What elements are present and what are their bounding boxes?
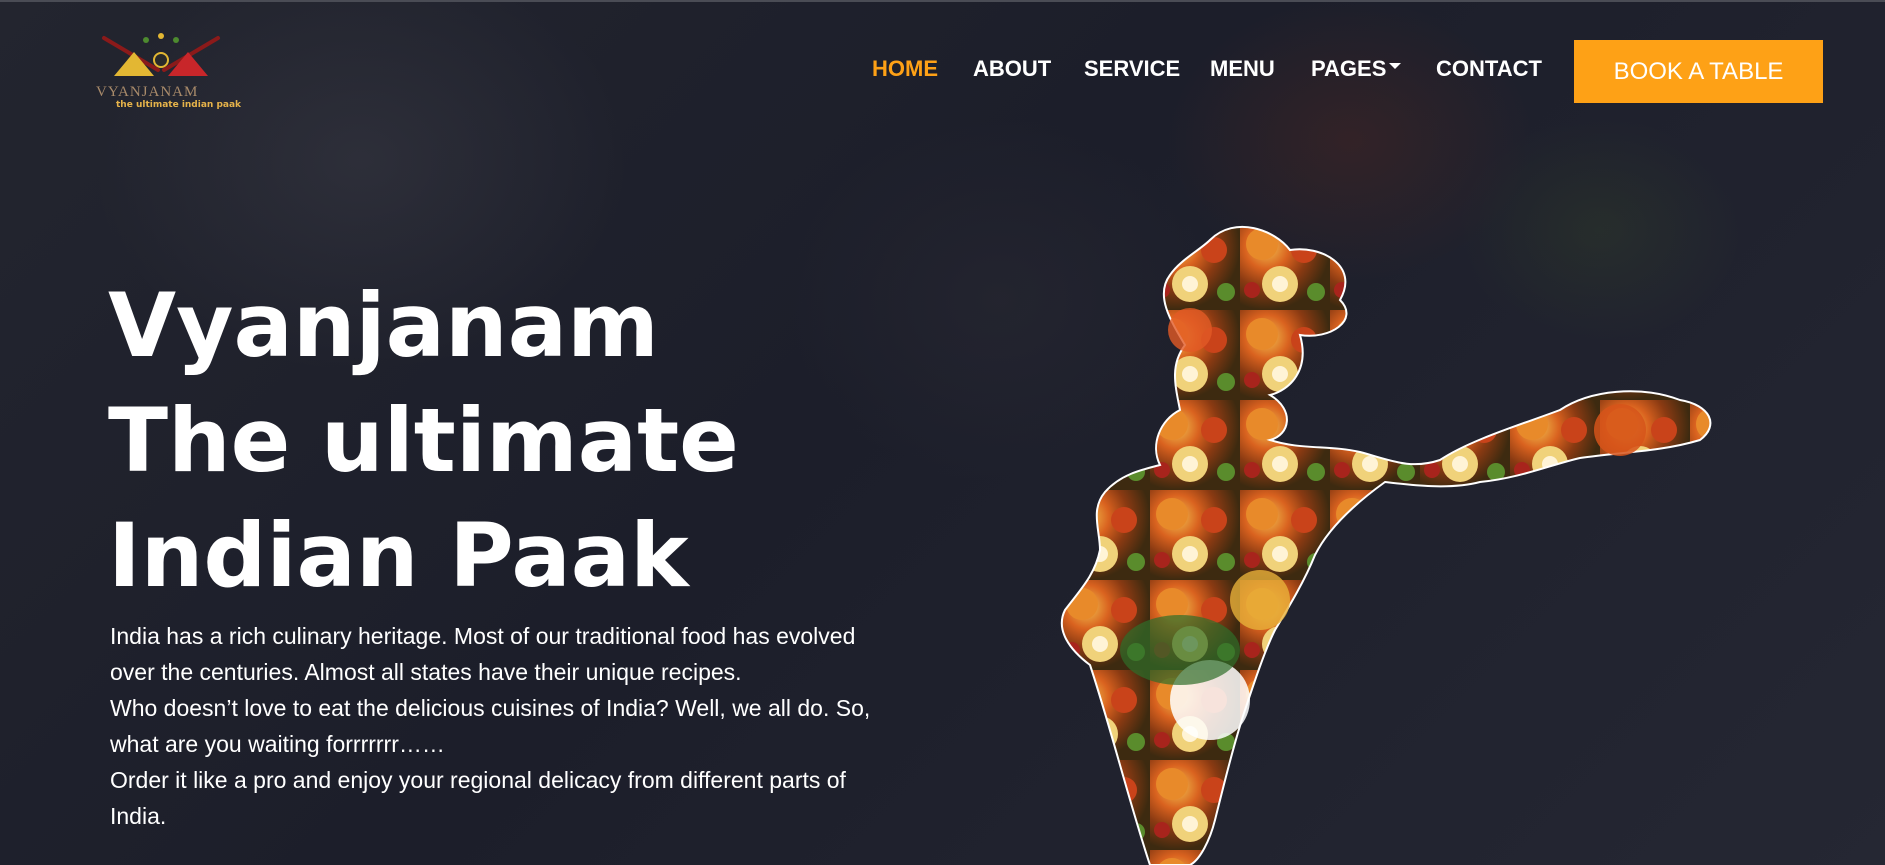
banana-leaf-shape — [1120, 615, 1240, 685]
india-map-shape — [1060, 225, 1712, 865]
logo-tagline: the ultimate indian paak — [116, 100, 242, 110]
dish-bowl-shape — [1594, 404, 1646, 456]
logo-wordmark: VYANJANAM — [96, 84, 199, 100]
india-food-map-image — [1060, 225, 1712, 865]
hero-description-line: India has a rich culinary heritage. Most… — [110, 623, 856, 649]
hero-title-line: The ultimate — [108, 389, 739, 492]
nav-pages-label: PAGES — [1311, 56, 1387, 81]
dish-plate-shape — [1168, 308, 1212, 352]
hero-description-line: Who doesn’t love to eat the delicious cu… — [110, 695, 871, 721]
hero-description-line: what are you waiting forrrrrrr…… — [110, 731, 445, 757]
logo-emblem-icon — [102, 33, 220, 76]
hero-title-line: Indian Paak — [108, 504, 689, 607]
curry-bowl-shape — [1230, 570, 1290, 630]
nav-contact[interactable]: CONTACT — [1436, 56, 1542, 82]
nav-service[interactable]: SERVICE — [1084, 56, 1180, 82]
nav-home[interactable]: HOME — [872, 56, 938, 82]
hero-title-line: Vyanjanam — [108, 274, 659, 377]
book-table-button[interactable]: BOOK A TABLE — [1574, 40, 1823, 103]
navbar: VYANJANAM the ultimate indian paak HOME … — [0, 0, 1885, 140]
hero-description-line: India. — [110, 803, 167, 829]
nav-pages-dropdown[interactable]: PAGES — [1311, 56, 1402, 82]
brand-logo[interactable]: VYANJANAM the ultimate indian paak — [96, 26, 241, 116]
hero-description-line: over the centuries. Almost all states ha… — [110, 659, 742, 685]
nav-about[interactable]: ABOUT — [973, 56, 1051, 82]
hero-title: Vyanjanam The ultimate Indian Paak — [108, 268, 908, 613]
hero-description-line: Order it like a pro and enjoy your regio… — [110, 767, 846, 793]
hero-description: India has a rich culinary heritage. Most… — [110, 618, 910, 834]
chevron-down-icon — [1389, 63, 1402, 70]
nav-menu[interactable]: MENU — [1210, 56, 1275, 82]
